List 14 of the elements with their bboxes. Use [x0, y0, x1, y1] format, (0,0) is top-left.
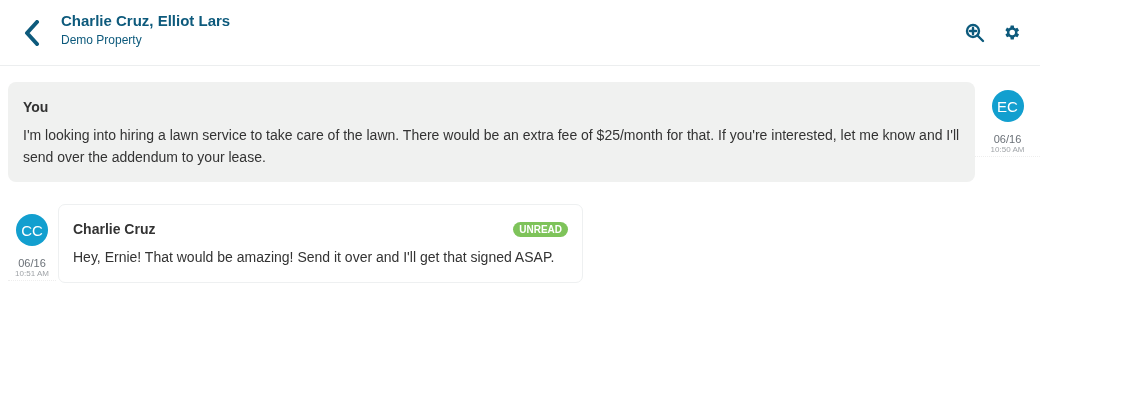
message-time: 10:50 AM — [990, 145, 1025, 154]
zoom-in-icon[interactable] — [964, 21, 986, 44]
message-date: 06/16 — [993, 133, 1022, 145]
message-text: Hey, Ernie! That would be amazing! Send it over and I'll get that signed ASAP. — [73, 248, 556, 267]
sender-name: You — [23, 99, 49, 115]
message-time: 10:51 AM — [15, 269, 49, 278]
message-date: 06/16 — [18, 257, 46, 269]
property-name: Demo Property — [61, 33, 143, 47]
avatar: CC — [16, 214, 48, 246]
sender-name: Charlie Cruz — [73, 221, 156, 237]
message-text: I'm looking into hiring a lawn service to take care of the lawn. There would be an extra fee of $25/month for that. If you're interested, let me know and I'll send over the addendum to your lease. — [23, 126, 961, 167]
unread-badge: UNREAD — [513, 221, 568, 237]
conversation-title: Charlie Cruz, Elliot Lars — [61, 12, 232, 29]
avatar: EC — [991, 90, 1024, 122]
